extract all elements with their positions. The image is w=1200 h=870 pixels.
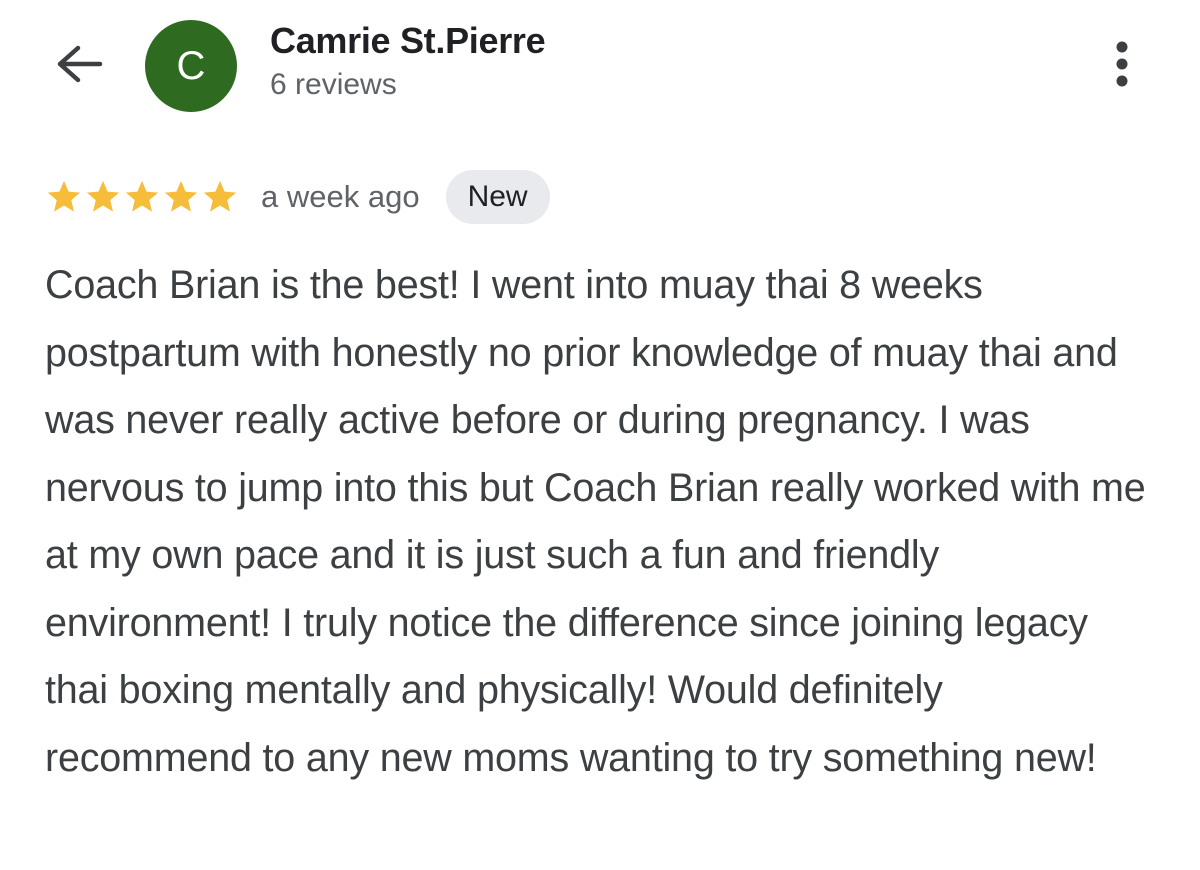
avatar[interactable]: C bbox=[145, 20, 237, 112]
star-icon bbox=[47, 180, 81, 212]
star-icon bbox=[203, 180, 237, 212]
arrow-back-icon bbox=[57, 45, 103, 83]
star-icon bbox=[125, 180, 159, 212]
avatar-letter: C bbox=[176, 43, 206, 88]
back-button[interactable] bbox=[52, 40, 106, 88]
rating-row: a week ago New bbox=[45, 170, 550, 224]
reviewer-name[interactable]: Camrie St.Pierre bbox=[270, 20, 546, 62]
star-icon bbox=[86, 180, 120, 212]
more-options-button[interactable] bbox=[1104, 38, 1140, 90]
more-vertical-icon bbox=[1116, 41, 1128, 87]
review-text: Coach Brian is the best! I went into mua… bbox=[45, 263, 1146, 780]
review-date: a week ago bbox=[261, 179, 420, 214]
star-icon bbox=[164, 180, 198, 212]
review-detail-page: C Camrie St.Pierre 6 reviews a week ago … bbox=[0, 0, 1200, 870]
reviewer-review-count: 6 reviews bbox=[270, 68, 397, 101]
star-rating bbox=[45, 178, 239, 216]
new-badge: New bbox=[445, 170, 550, 224]
